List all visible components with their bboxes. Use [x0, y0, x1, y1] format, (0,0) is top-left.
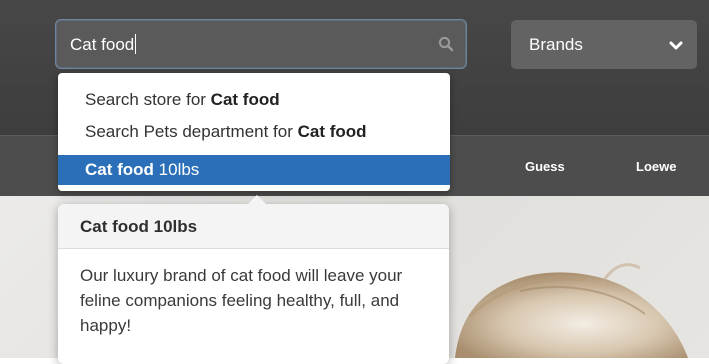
nav-link-guess[interactable]: Guess — [525, 159, 565, 174]
search-suggestions-dropdown: Search store for Cat food Search Pets de… — [58, 73, 450, 191]
search-icon[interactable] — [438, 36, 454, 57]
brands-dropdown-label: Brands — [529, 35, 583, 54]
search-input[interactable]: Cat food — [55, 19, 467, 69]
popover-description: Our luxury brand of cat food will leave … — [80, 266, 403, 335]
suggestion-search-pets-department[interactable]: Search Pets department for Cat food — [58, 117, 450, 147]
search-input-value: Cat food — [70, 34, 137, 54]
popover-arrow — [247, 195, 267, 205]
text-caret — [135, 34, 137, 54]
suggestion-cat-food-10lbs[interactable]: Cat food 10lbs — [58, 155, 450, 185]
suggestion-search-store[interactable]: Search store for Cat food — [58, 85, 450, 115]
chevron-down-icon — [669, 38, 683, 56]
product-preview-popover: Cat food 10lbs Our luxury brand of cat f… — [58, 195, 449, 364]
nav-link-loewe[interactable]: Loewe — [636, 159, 676, 174]
brands-dropdown[interactable]: Brands — [511, 20, 697, 69]
popover-title: Cat food 10lbs — [58, 204, 449, 249]
